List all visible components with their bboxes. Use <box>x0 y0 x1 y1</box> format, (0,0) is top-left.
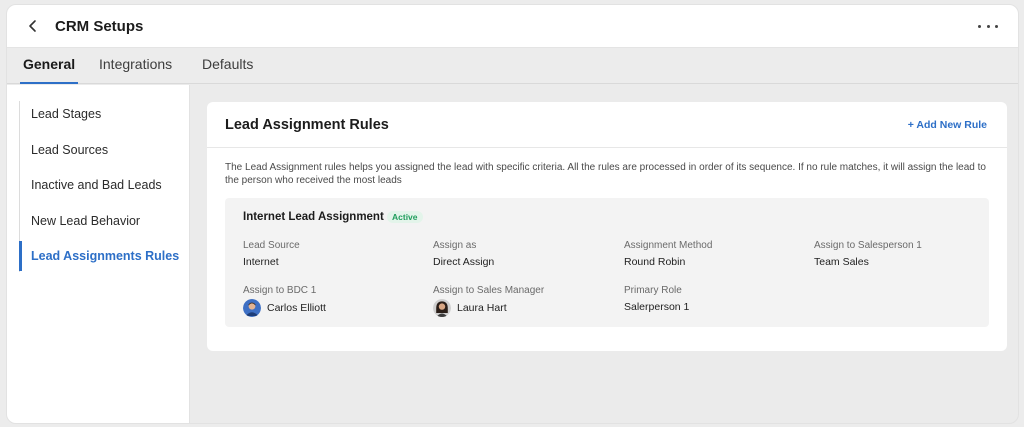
assign-as-label: Assign as <box>433 240 477 251</box>
status-badge: Active <box>387 211 423 223</box>
tab-integrations[interactable]: Integrations <box>99 48 172 84</box>
bdc-1-value: Carlos Elliott <box>267 302 326 314</box>
page-title: CRM Setups <box>55 17 144 35</box>
chevron-left-icon <box>29 20 36 32</box>
salesperson-1-label: Assign to Salesperson 1 <box>814 240 922 251</box>
sales-manager-person: Laura Hart <box>433 299 507 317</box>
sidebar-item-lead-sources[interactable]: Lead Sources <box>19 135 184 165</box>
primary-role-label: Primary Role <box>624 285 682 296</box>
sidebar-item-inactive-bad-leads[interactable]: Inactive and Bad Leads <box>19 170 184 200</box>
lead-assignment-card: Lead Assignment Rules + Add New Rule The… <box>207 102 1007 351</box>
more-options-button[interactable] <box>978 19 998 33</box>
sales-manager-value: Laura Hart <box>457 302 507 314</box>
lead-source-label: Lead Source <box>243 240 300 251</box>
top-bar: CRM Setups <box>7 5 1018 48</box>
tab-general[interactable]: General <box>19 48 79 84</box>
card-description: The Lead Assignment rules helps you assi… <box>225 162 986 186</box>
salesperson-1-value: Team Sales <box>814 256 869 268</box>
card-header: Lead Assignment Rules + Add New Rule <box>207 102 1007 148</box>
back-button[interactable] <box>23 16 43 36</box>
assignment-method-label: Assignment Method <box>624 240 713 251</box>
add-new-rule-button[interactable]: + Add New Rule <box>908 119 987 131</box>
sidebar-item-lead-assignment-rules[interactable]: Lead Assignments Rules <box>19 241 184 271</box>
assign-as-value: Direct Assign <box>433 256 495 268</box>
tab-bar: General Integrations Defaults <box>7 48 1018 84</box>
more-horizontal-icon <box>978 24 981 28</box>
bdc-1-person: Carlos Elliott <box>243 299 326 317</box>
tab-defaults[interactable]: Defaults <box>202 48 253 84</box>
sidebar-item-new-lead-behavior[interactable]: New Lead Behavior <box>19 206 184 236</box>
sales-manager-label: Assign to Sales Manager <box>433 285 545 296</box>
app-window: CRM Setups General Integrations Defaults… <box>6 4 1019 424</box>
avatar <box>433 299 451 317</box>
primary-role-value: Salerperson 1 <box>624 301 690 313</box>
card-title: Lead Assignment Rules <box>225 117 389 133</box>
lead-source-value: Internet <box>243 256 279 268</box>
bdc-1-label: Assign to BDC 1 <box>243 285 317 296</box>
rule-panel[interactable]: Internet Lead Assignment Active Lead Sou… <box>225 198 989 327</box>
sidebar-item-lead-stages[interactable]: Lead Stages <box>19 99 184 129</box>
assignment-method-value: Round Robin <box>624 256 686 268</box>
avatar <box>243 299 261 317</box>
sidebar: Lead Stages Lead Sources Inactive and Ba… <box>7 85 190 423</box>
rule-name: Internet Lead Assignment <box>243 211 384 223</box>
